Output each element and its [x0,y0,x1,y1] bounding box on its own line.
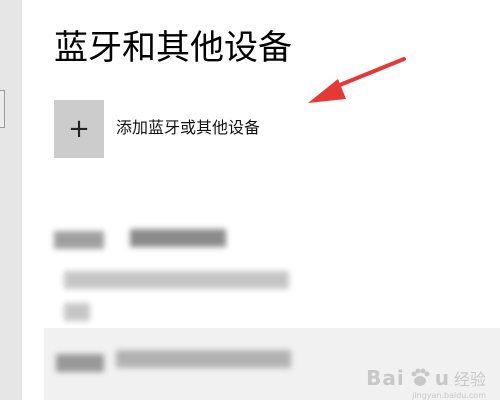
list-item [54,225,314,255]
add-device-label: 添加蓝牙或其他设备 [116,118,261,137]
list-item [54,301,314,331]
watermark-cn: 经验 [453,370,486,389]
list-item [54,263,314,293]
blurred-device-list [54,225,314,339]
watermark-url: jingyan.baidu.com [412,391,486,400]
nav-edge-indicator [0,90,5,128]
page-title: 蓝牙和其他设备 [54,28,292,68]
watermark: Bai u 经验 [366,366,486,390]
paw-icon [411,368,430,386]
add-device-button[interactable]: + 添加蓝牙或其他设备 [54,100,260,158]
red-arrow-icon [308,57,406,103]
plus-icon[interactable]: + [54,100,104,158]
left-nav-strip [0,0,22,400]
watermark-brand-suffix: u [434,366,450,390]
watermark-brand: Bai [366,366,405,390]
